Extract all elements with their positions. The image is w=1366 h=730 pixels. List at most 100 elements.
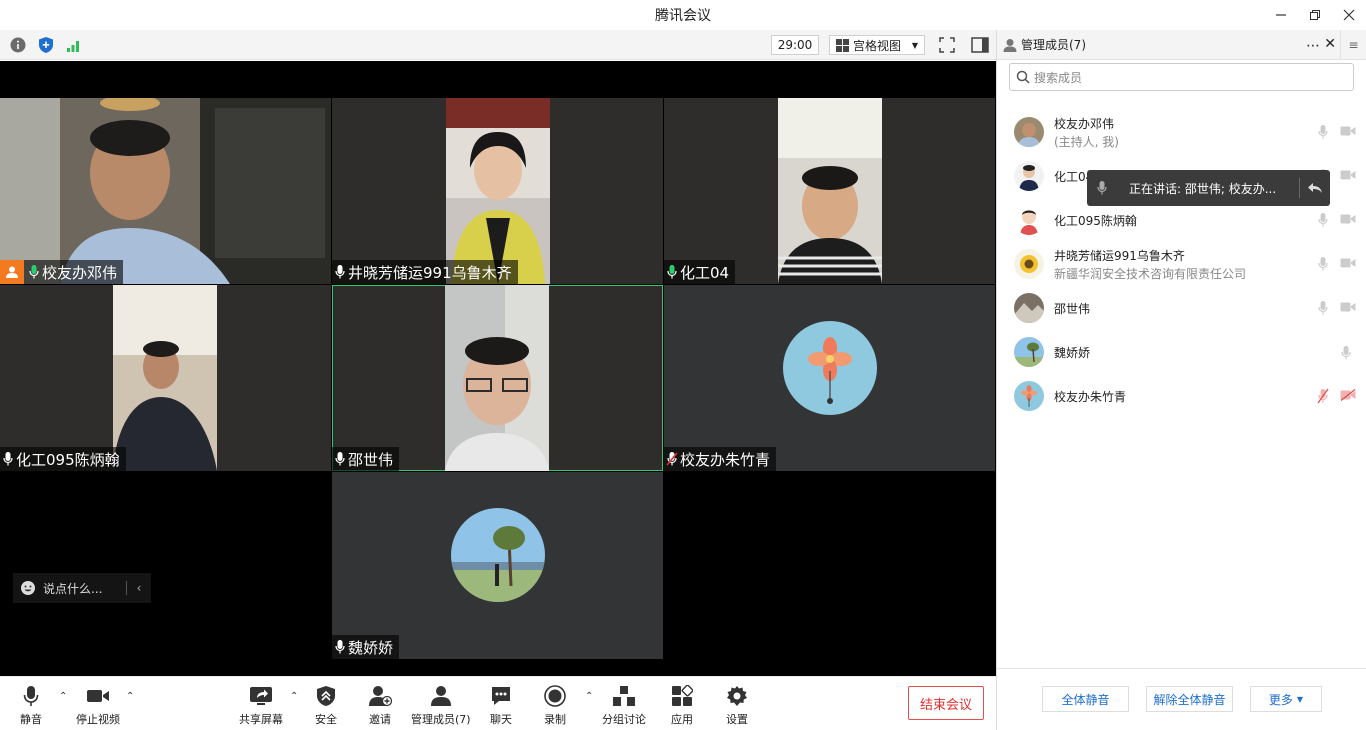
video-feed xyxy=(0,98,331,284)
member-name: 魏娇娇 xyxy=(1054,346,1091,360)
video-tile[interactable]: 校友办朱竹青 xyxy=(664,285,995,471)
emoji-icon[interactable] xyxy=(13,580,43,596)
mic-icon xyxy=(3,452,13,466)
info-icon[interactable] xyxy=(9,36,27,54)
breakout-icon xyxy=(612,684,636,708)
record-button[interactable]: 录制 xyxy=(544,683,566,727)
camera-icon[interactable] xyxy=(1340,169,1356,184)
view-label: 宫格视图 xyxy=(853,38,902,53)
avatar xyxy=(1014,337,1044,367)
chat-icon xyxy=(490,684,512,708)
title-bar: 腾讯会议 xyxy=(0,0,1366,30)
restore-icon xyxy=(1310,10,1320,20)
member-name: 校友办朱竹青 xyxy=(1054,390,1127,404)
more-button[interactable]: 更多 ▼ xyxy=(1250,686,1322,712)
participant-nametag: 校友办邓伟 xyxy=(0,260,124,284)
members-icon xyxy=(1003,38,1017,52)
speaking-text: 正在讲话: 邵世伟; 校友办... xyxy=(1129,181,1277,196)
video-tile-active[interactable]: 邵世伟 xyxy=(332,285,663,471)
mic-active-icon xyxy=(667,265,677,279)
avatar xyxy=(1014,293,1044,323)
fullscreen-icon[interactable] xyxy=(938,36,956,54)
camera-icon xyxy=(86,684,110,708)
mute-all-button[interactable]: 全体静音 xyxy=(1042,686,1129,712)
camera-icon[interactable] xyxy=(1340,125,1356,140)
minimize-button[interactable] xyxy=(1264,0,1298,30)
shield-icon[interactable] xyxy=(37,36,55,54)
manage-members-button[interactable]: 管理成员(7) xyxy=(411,683,471,727)
video-tile[interactable]: 井晓芳储运991乌鲁木齐 xyxy=(332,98,663,284)
chevron-up-icon[interactable]: ⌃ xyxy=(126,691,134,702)
host-badge-icon xyxy=(0,260,24,284)
participant-avatar xyxy=(451,508,545,602)
video-tile[interactable]: 化工04 xyxy=(664,98,995,284)
camera-icon[interactable] xyxy=(1340,257,1356,272)
search-icon xyxy=(1016,70,1030,84)
unmute-all-button[interactable]: 解除全体静音 xyxy=(1146,686,1233,712)
mic-muted-icon[interactable] xyxy=(1317,388,1329,407)
chat-input-box[interactable]: 说点什么... ‹ xyxy=(13,573,151,603)
security-button[interactable]: 安全 xyxy=(315,683,337,727)
member-row[interactable]: 邵世伟 xyxy=(997,286,1366,330)
video-tile[interactable]: 校友办邓伟 xyxy=(0,98,331,284)
signal-icon[interactable] xyxy=(65,36,83,54)
member-row[interactable]: 井晓芳储运991乌鲁木齐 新疆华润安全技术咨询有限责任公司 xyxy=(997,242,1366,286)
avatar xyxy=(1014,381,1044,411)
chevron-up-icon[interactable]: ⌃ xyxy=(585,691,593,702)
chat-button[interactable]: 聊天 xyxy=(490,683,512,727)
member-name: 化工095陈炳翰 xyxy=(1054,214,1137,228)
camera-icon[interactable] xyxy=(1340,301,1356,316)
return-icon[interactable] xyxy=(1300,181,1330,195)
mic-icon xyxy=(335,640,345,654)
panel-title: 管理成员(7) xyxy=(1021,38,1086,52)
mic-icon[interactable] xyxy=(1317,300,1329,319)
share-screen-button[interactable]: 共享屏幕 xyxy=(239,683,283,727)
speaking-indicator[interactable]: 正在讲话: 邵世伟; 校友办... xyxy=(1087,170,1330,206)
member-row[interactable]: 魏娇娇 xyxy=(997,330,1366,374)
sidebar-toggle-icon[interactable] xyxy=(971,36,989,54)
mic-icon[interactable] xyxy=(1340,345,1352,364)
settings-button[interactable]: 设置 xyxy=(726,683,748,727)
camera-off-icon[interactable] xyxy=(1340,388,1356,404)
menu-icon[interactable]: ≡ xyxy=(1340,30,1366,60)
chevron-up-icon[interactable]: ⌃ xyxy=(290,691,298,702)
video-tile[interactable]: 化工095陈炳翰 xyxy=(0,285,331,471)
gear-icon xyxy=(726,684,748,708)
microphone-icon xyxy=(23,684,39,708)
member-role: (主持人, 我) xyxy=(1054,135,1119,149)
control-bar: 静音 ⌃ 停止视频 ⌃ 共享屏幕 ⌃ 安全 邀请 管理成员(7) 聊天 录制 ⌃… xyxy=(0,676,996,730)
mic-icon[interactable] xyxy=(1317,124,1329,143)
breakout-button[interactable]: 分组讨论 xyxy=(602,683,646,727)
share-screen-icon xyxy=(249,684,273,708)
close-window-button[interactable] xyxy=(1332,0,1366,30)
close-icon[interactable]: ✕ xyxy=(1324,36,1336,52)
member-row[interactable]: 校友办朱竹青 xyxy=(997,374,1366,418)
end-meeting-button[interactable]: 结束会议 xyxy=(908,686,984,720)
chevron-left-icon[interactable]: ‹ xyxy=(127,581,151,595)
panel-header: 管理成员(7) ⋯ ✕ ≡ xyxy=(997,30,1366,60)
member-name: 邵世伟 xyxy=(1054,302,1091,316)
invite-button[interactable]: 邀请 xyxy=(368,683,392,727)
participant-name: 校友办邓伟 xyxy=(42,263,118,282)
restore-button[interactable] xyxy=(1298,0,1332,30)
mic-icon[interactable] xyxy=(1317,212,1329,231)
chevron-up-icon[interactable]: ⌃ xyxy=(59,691,67,702)
search-member-input[interactable]: 搜索成员 xyxy=(1009,63,1354,91)
search-placeholder: 搜索成员 xyxy=(1034,70,1083,85)
mic-icon[interactable] xyxy=(1317,256,1329,275)
avatar xyxy=(1014,161,1044,191)
participant-name: 邵世伟 xyxy=(348,450,394,469)
more-options-icon[interactable]: ⋯ xyxy=(1306,38,1320,54)
member-row[interactable]: 校友办邓伟 (主持人, 我) xyxy=(997,110,1366,154)
mute-button[interactable]: 静音 xyxy=(20,683,42,727)
meeting-toolbar: 29:00 宫格视图 ▼ xyxy=(0,30,996,60)
apps-button[interactable]: 应用 xyxy=(671,683,693,727)
grid-view-dropdown[interactable]: 宫格视图 ▼ xyxy=(829,35,925,55)
participant-name: 化工095陈炳翰 xyxy=(16,450,120,469)
camera-icon[interactable] xyxy=(1340,213,1356,228)
member-name: 井晓芳储运991乌鲁木齐 xyxy=(1054,249,1185,263)
meeting-timer: 29:00 xyxy=(771,35,819,55)
stop-video-button[interactable]: 停止视频 xyxy=(76,683,120,727)
video-tile[interactable]: 魏娇娇 xyxy=(332,472,663,659)
member-panel: 管理成员(7) ⋯ ✕ ≡ 搜索成员 校友办邓伟 (主持人, 我) 化工04 化… xyxy=(996,30,1366,730)
